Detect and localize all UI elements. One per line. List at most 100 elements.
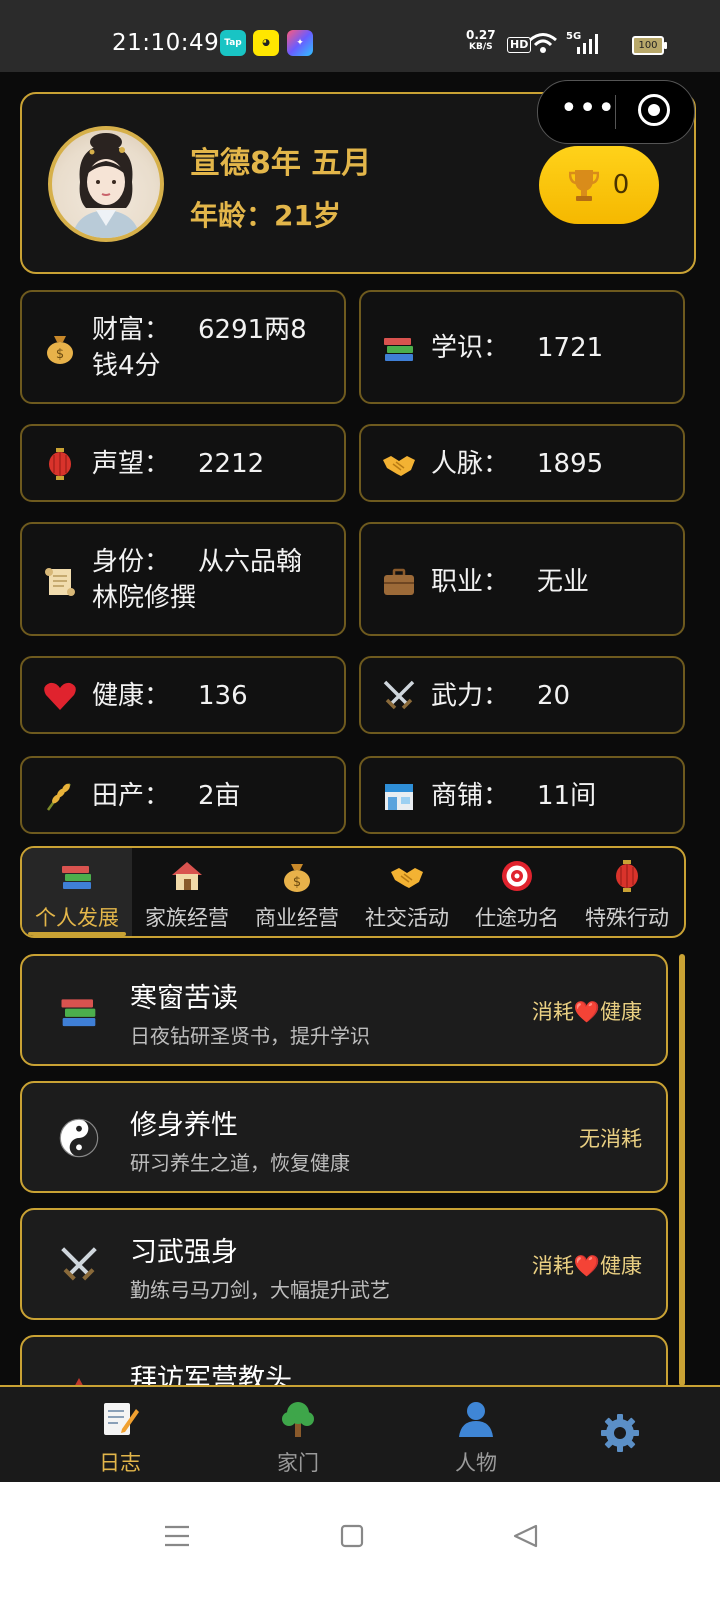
nav-label: 日志 (99, 1451, 141, 1475)
network-speed: 0.27 KB/S (466, 28, 496, 52)
svg-text:$: $ (56, 347, 64, 362)
heart-icon (44, 682, 76, 710)
action-description: 研习养生之道，恢复健康 (130, 1151, 350, 1175)
tab-label: 商业经营 (255, 906, 339, 930)
bottom-nav: 日志 家门 人物 (0, 1385, 720, 1482)
home-icon[interactable] (340, 1524, 364, 1548)
action-title: 寒窗苦读 (130, 983, 238, 1014)
game-date: 宣德8年 五月 (190, 146, 372, 181)
nav-character[interactable]: 人物 (416, 1387, 536, 1482)
stat-label: 健康： (92, 681, 171, 711)
tab-label: 家族经营 (145, 906, 229, 930)
stat-label: 财富： (92, 315, 171, 345)
tab-family-management[interactable]: 家族经营 (132, 848, 242, 936)
tab-personal-development[interactable]: 个人发展 (22, 848, 132, 936)
stat-label: 身份： (92, 547, 171, 577)
stat-connections: 人脉： 1895 (359, 424, 685, 502)
action-cost: 消耗❤️健康 (531, 1000, 642, 1024)
lantern-icon (49, 448, 71, 480)
nav-label: 人物 (455, 1451, 497, 1475)
yin-yang-icon (59, 1118, 99, 1158)
store-icon (385, 784, 413, 810)
action-description: 勤练弓马刀剑，大幅提升武艺 (130, 1278, 390, 1302)
stat-reputation: 声望： 2212 (20, 424, 346, 502)
action-cost: 无消耗 (579, 1127, 642, 1151)
scroll-icon (45, 568, 75, 596)
books-icon (62, 866, 91, 889)
target-icon (502, 861, 532, 891)
lantern-icon (616, 860, 638, 892)
stat-shops: 商铺： 11间 (359, 756, 685, 834)
tab-official-career[interactable]: 仕途功名 (462, 848, 572, 936)
action-card-cultivate[interactable]: 修身养性 研习养生之道，恢复健康 无消耗 (20, 1081, 668, 1193)
battery-icon: 100 (632, 36, 667, 55)
stat-label: 商铺： (431, 781, 510, 811)
category-tabs: 个人发展 家族经营 $ 商业经营 社交活动 仕途功名 特殊行动 (20, 846, 686, 938)
house-icon (172, 862, 202, 890)
taptap-app-icon: Tap (220, 30, 246, 56)
stat-label: 武力： (431, 681, 510, 711)
tab-label: 个人发展 (35, 906, 119, 930)
menu-icon[interactable] (164, 1524, 190, 1548)
tab-label: 特殊行动 (585, 906, 669, 930)
stat-label: 学识： (431, 333, 510, 363)
nav-settings[interactable] (560, 1387, 680, 1482)
memo-icon (104, 1403, 139, 1435)
stat-health: 健康： 136 (20, 656, 346, 734)
stat-label: 人脉： (431, 449, 510, 479)
nav-label: 家门 (277, 1451, 319, 1475)
system-nav-bar (0, 1482, 720, 1600)
stat-identity: 身份： 从六品翰林院修撰 (20, 522, 346, 636)
back-icon[interactable] (512, 1524, 538, 1548)
notification-app-icon: ◕ (253, 30, 279, 56)
capsule-divider (615, 95, 616, 129)
action-description: 日夜钻研圣贤书，提升学识 (130, 1024, 370, 1048)
stat-land: 田产： 2亩 (20, 756, 346, 834)
tab-social-activities[interactable]: 社交活动 (352, 848, 462, 936)
more-icon[interactable]: ••• (560, 94, 616, 124)
action-card-martial-training[interactable]: 习武强身 勤练弓马刀剑，大幅提升武艺 消耗❤️健康 (20, 1208, 668, 1320)
stat-label: 田产： (92, 781, 171, 811)
stat-value: 1721 (537, 333, 604, 363)
status-time: 21:10:49 (112, 30, 220, 56)
trophy-button[interactable]: 0 (539, 146, 659, 224)
money-bag-icon: $ (47, 336, 73, 364)
trophy-icon (568, 170, 599, 201)
stat-martial: 武力： 20 (359, 656, 685, 734)
tab-business-management[interactable]: $ 商业经营 (242, 848, 352, 936)
avatar-portrait-icon (72, 133, 140, 238)
crossed-swords-icon (61, 1247, 97, 1281)
tab-label: 仕途功名 (475, 906, 559, 930)
action-card-study[interactable]: 寒窗苦读 日夜钻研圣贤书，提升学识 消耗❤️健康 (20, 954, 668, 1066)
rice-icon (46, 783, 71, 811)
stat-value: 20 (537, 681, 571, 711)
svg-text:$: $ (293, 875, 301, 890)
stat-value: 无业 (537, 567, 590, 597)
person-icon (459, 1402, 493, 1437)
nav-log[interactable]: 日志 (60, 1387, 180, 1482)
stat-value: 2212 (198, 449, 265, 479)
wifi-icon (529, 33, 557, 53)
stat-value: 1895 (537, 449, 604, 479)
stat-label: 声望： (92, 449, 171, 479)
tab-special-actions[interactable]: 特殊行动 (572, 848, 682, 936)
trophy-count: 0 (612, 170, 630, 200)
gallery-app-icon: ✦ (287, 30, 313, 56)
nav-family[interactable]: 家门 (238, 1387, 358, 1482)
stat-label: 职业： (431, 567, 510, 597)
tab-label: 社交活动 (365, 906, 449, 930)
crossed-swords-icon (383, 680, 415, 710)
books-icon (384, 338, 413, 361)
tree-icon (282, 1402, 314, 1437)
action-title: 习武强身 (130, 1237, 238, 1268)
stat-value: 2亩 (198, 781, 241, 811)
character-age: 年龄：21岁 (190, 199, 341, 232)
list-scrollbar[interactable] (679, 954, 685, 1386)
avatar[interactable] (48, 126, 164, 242)
mini-program-capsule[interactable]: ••• (537, 80, 695, 144)
close-miniapp-icon[interactable] (638, 94, 670, 126)
briefcase-icon (384, 568, 414, 595)
action-title: 修身养性 (130, 1110, 238, 1141)
signal-icon (577, 34, 598, 54)
stat-value: 11间 (537, 781, 597, 811)
